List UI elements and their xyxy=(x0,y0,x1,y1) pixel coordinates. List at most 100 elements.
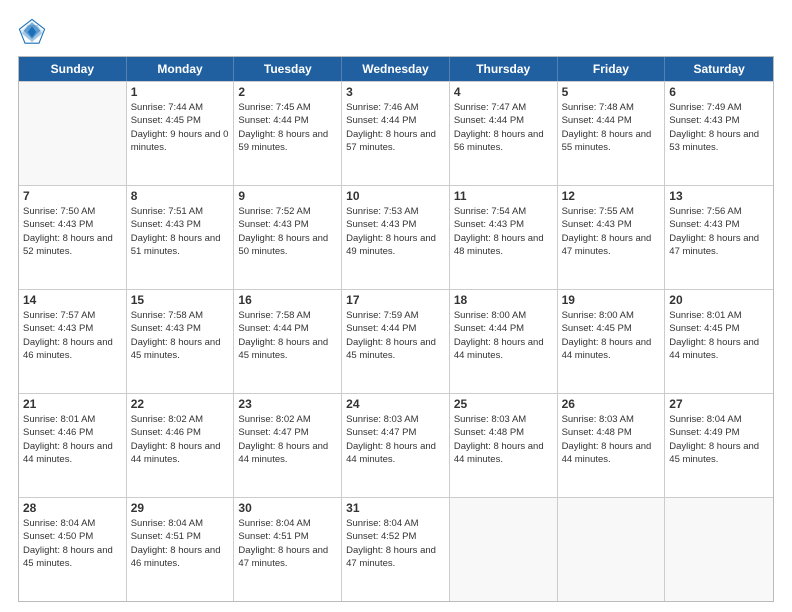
day-info: Sunrise: 8:04 AMSunset: 4:52 PMDaylight:… xyxy=(346,517,445,570)
day-cell-8: 8 Sunrise: 7:51 AMSunset: 4:43 PMDayligh… xyxy=(127,186,235,289)
day-number: 29 xyxy=(131,501,230,515)
day-info: Sunrise: 7:47 AMSunset: 4:44 PMDaylight:… xyxy=(454,101,553,154)
day-number: 6 xyxy=(669,85,769,99)
page: SundayMondayTuesdayWednesdayThursdayFrid… xyxy=(0,0,792,612)
day-number: 7 xyxy=(23,189,122,203)
day-info: Sunrise: 7:45 AMSunset: 4:44 PMDaylight:… xyxy=(238,101,337,154)
day-cell-17: 17 Sunrise: 7:59 AMSunset: 4:44 PMDaylig… xyxy=(342,290,450,393)
empty-cell-0-0 xyxy=(19,82,127,185)
day-info: Sunrise: 7:56 AMSunset: 4:43 PMDaylight:… xyxy=(669,205,769,258)
logo-icon xyxy=(18,18,46,46)
day-cell-6: 6 Sunrise: 7:49 AMSunset: 4:43 PMDayligh… xyxy=(665,82,773,185)
day-info: Sunrise: 8:03 AMSunset: 4:48 PMDaylight:… xyxy=(562,413,661,466)
day-info: Sunrise: 7:51 AMSunset: 4:43 PMDaylight:… xyxy=(131,205,230,258)
day-cell-2: 2 Sunrise: 7:45 AMSunset: 4:44 PMDayligh… xyxy=(234,82,342,185)
day-info: Sunrise: 8:00 AMSunset: 4:44 PMDaylight:… xyxy=(454,309,553,362)
day-info: Sunrise: 8:04 AMSunset: 4:51 PMDaylight:… xyxy=(131,517,230,570)
day-info: Sunrise: 8:04 AMSunset: 4:50 PMDaylight:… xyxy=(23,517,122,570)
day-cell-27: 27 Sunrise: 8:04 AMSunset: 4:49 PMDaylig… xyxy=(665,394,773,497)
day-number: 12 xyxy=(562,189,661,203)
day-cell-9: 9 Sunrise: 7:52 AMSunset: 4:43 PMDayligh… xyxy=(234,186,342,289)
day-number: 11 xyxy=(454,189,553,203)
weekday-header-thursday: Thursday xyxy=(450,57,558,81)
day-number: 13 xyxy=(669,189,769,203)
day-info: Sunrise: 8:03 AMSunset: 4:47 PMDaylight:… xyxy=(346,413,445,466)
day-cell-23: 23 Sunrise: 8:02 AMSunset: 4:47 PMDaylig… xyxy=(234,394,342,497)
day-cell-22: 22 Sunrise: 8:02 AMSunset: 4:46 PMDaylig… xyxy=(127,394,235,497)
calendar-row-2: 14 Sunrise: 7:57 AMSunset: 4:43 PMDaylig… xyxy=(19,289,773,393)
day-cell-10: 10 Sunrise: 7:53 AMSunset: 4:43 PMDaylig… xyxy=(342,186,450,289)
day-cell-7: 7 Sunrise: 7:50 AMSunset: 4:43 PMDayligh… xyxy=(19,186,127,289)
day-info: Sunrise: 7:44 AMSunset: 4:45 PMDaylight:… xyxy=(131,101,230,154)
day-number: 25 xyxy=(454,397,553,411)
day-info: Sunrise: 7:58 AMSunset: 4:43 PMDaylight:… xyxy=(131,309,230,362)
day-info: Sunrise: 7:59 AMSunset: 4:44 PMDaylight:… xyxy=(346,309,445,362)
day-info: Sunrise: 8:02 AMSunset: 4:46 PMDaylight:… xyxy=(131,413,230,466)
calendar-row-3: 21 Sunrise: 8:01 AMSunset: 4:46 PMDaylig… xyxy=(19,393,773,497)
day-number: 31 xyxy=(346,501,445,515)
weekday-header-monday: Monday xyxy=(127,57,235,81)
day-info: Sunrise: 7:55 AMSunset: 4:43 PMDaylight:… xyxy=(562,205,661,258)
day-number: 4 xyxy=(454,85,553,99)
day-info: Sunrise: 7:58 AMSunset: 4:44 PMDaylight:… xyxy=(238,309,337,362)
day-cell-4: 4 Sunrise: 7:47 AMSunset: 4:44 PMDayligh… xyxy=(450,82,558,185)
day-info: Sunrise: 8:04 AMSunset: 4:49 PMDaylight:… xyxy=(669,413,769,466)
day-number: 24 xyxy=(346,397,445,411)
day-number: 16 xyxy=(238,293,337,307)
day-number: 21 xyxy=(23,397,122,411)
empty-cell-4-5 xyxy=(558,498,666,601)
day-cell-29: 29 Sunrise: 8:04 AMSunset: 4:51 PMDaylig… xyxy=(127,498,235,601)
day-number: 23 xyxy=(238,397,337,411)
day-info: Sunrise: 7:52 AMSunset: 4:43 PMDaylight:… xyxy=(238,205,337,258)
day-cell-11: 11 Sunrise: 7:54 AMSunset: 4:43 PMDaylig… xyxy=(450,186,558,289)
day-number: 20 xyxy=(669,293,769,307)
day-info: Sunrise: 8:01 AMSunset: 4:45 PMDaylight:… xyxy=(669,309,769,362)
day-info: Sunrise: 7:48 AMSunset: 4:44 PMDaylight:… xyxy=(562,101,661,154)
weekday-header-wednesday: Wednesday xyxy=(342,57,450,81)
day-number: 14 xyxy=(23,293,122,307)
day-cell-19: 19 Sunrise: 8:00 AMSunset: 4:45 PMDaylig… xyxy=(558,290,666,393)
calendar-body: 1 Sunrise: 7:44 AMSunset: 4:45 PMDayligh… xyxy=(19,81,773,601)
day-info: Sunrise: 7:50 AMSunset: 4:43 PMDaylight:… xyxy=(23,205,122,258)
day-cell-21: 21 Sunrise: 8:01 AMSunset: 4:46 PMDaylig… xyxy=(19,394,127,497)
day-number: 10 xyxy=(346,189,445,203)
day-cell-18: 18 Sunrise: 8:00 AMSunset: 4:44 PMDaylig… xyxy=(450,290,558,393)
day-number: 1 xyxy=(131,85,230,99)
calendar-row-0: 1 Sunrise: 7:44 AMSunset: 4:45 PMDayligh… xyxy=(19,81,773,185)
day-info: Sunrise: 8:03 AMSunset: 4:48 PMDaylight:… xyxy=(454,413,553,466)
calendar: SundayMondayTuesdayWednesdayThursdayFrid… xyxy=(18,56,774,602)
day-cell-20: 20 Sunrise: 8:01 AMSunset: 4:45 PMDaylig… xyxy=(665,290,773,393)
day-cell-16: 16 Sunrise: 7:58 AMSunset: 4:44 PMDaylig… xyxy=(234,290,342,393)
day-number: 28 xyxy=(23,501,122,515)
logo xyxy=(18,18,48,46)
day-number: 9 xyxy=(238,189,337,203)
header xyxy=(18,18,774,46)
day-info: Sunrise: 8:00 AMSunset: 4:45 PMDaylight:… xyxy=(562,309,661,362)
day-info: Sunrise: 8:01 AMSunset: 4:46 PMDaylight:… xyxy=(23,413,122,466)
day-number: 22 xyxy=(131,397,230,411)
day-cell-28: 28 Sunrise: 8:04 AMSunset: 4:50 PMDaylig… xyxy=(19,498,127,601)
day-cell-1: 1 Sunrise: 7:44 AMSunset: 4:45 PMDayligh… xyxy=(127,82,235,185)
day-cell-25: 25 Sunrise: 8:03 AMSunset: 4:48 PMDaylig… xyxy=(450,394,558,497)
day-number: 26 xyxy=(562,397,661,411)
day-cell-31: 31 Sunrise: 8:04 AMSunset: 4:52 PMDaylig… xyxy=(342,498,450,601)
day-number: 2 xyxy=(238,85,337,99)
day-cell-14: 14 Sunrise: 7:57 AMSunset: 4:43 PMDaylig… xyxy=(19,290,127,393)
day-number: 5 xyxy=(562,85,661,99)
day-number: 27 xyxy=(669,397,769,411)
day-number: 18 xyxy=(454,293,553,307)
weekday-header-tuesday: Tuesday xyxy=(234,57,342,81)
day-info: Sunrise: 7:46 AMSunset: 4:44 PMDaylight:… xyxy=(346,101,445,154)
day-info: Sunrise: 7:53 AMSunset: 4:43 PMDaylight:… xyxy=(346,205,445,258)
day-cell-3: 3 Sunrise: 7:46 AMSunset: 4:44 PMDayligh… xyxy=(342,82,450,185)
weekday-header-friday: Friday xyxy=(558,57,666,81)
day-number: 17 xyxy=(346,293,445,307)
empty-cell-4-6 xyxy=(665,498,773,601)
day-info: Sunrise: 7:57 AMSunset: 4:43 PMDaylight:… xyxy=(23,309,122,362)
day-number: 8 xyxy=(131,189,230,203)
day-info: Sunrise: 7:49 AMSunset: 4:43 PMDaylight:… xyxy=(669,101,769,154)
day-cell-13: 13 Sunrise: 7:56 AMSunset: 4:43 PMDaylig… xyxy=(665,186,773,289)
day-cell-5: 5 Sunrise: 7:48 AMSunset: 4:44 PMDayligh… xyxy=(558,82,666,185)
day-number: 15 xyxy=(131,293,230,307)
day-cell-24: 24 Sunrise: 8:03 AMSunset: 4:47 PMDaylig… xyxy=(342,394,450,497)
